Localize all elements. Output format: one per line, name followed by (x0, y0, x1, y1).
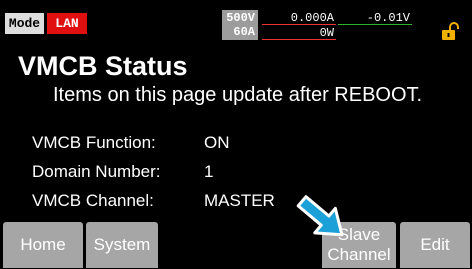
voltage-reading: -0.01V (366, 11, 410, 25)
voltage-limit: 500V (226, 11, 255, 25)
voltage-bar (338, 24, 412, 25)
current-limit: 60A (233, 25, 255, 39)
power-reading: 0W (319, 26, 334, 40)
system-softkey[interactable]: System (86, 222, 158, 268)
mode-badge: Mode (5, 13, 44, 34)
lan-badge: LAN (47, 13, 87, 34)
power-bar (262, 39, 336, 40)
edit-softkey[interactable]: Edit (400, 222, 470, 268)
slave-channel-label-line2: Channel (327, 245, 391, 264)
field-label: Domain Number: (32, 162, 161, 181)
field-value: ON (204, 133, 230, 152)
field-label: VMCB Function: (32, 133, 156, 152)
field-value: 1 (204, 162, 214, 181)
page-title: VMCB Status (18, 51, 188, 81)
field-value: MASTER (204, 191, 275, 210)
home-softkey[interactable]: Home (3, 222, 83, 268)
limit-box: 500V 60A (222, 10, 258, 40)
page-subtitle: Items on this page update after REBOOT. (53, 84, 423, 106)
field-label: VMCB Channel: (32, 191, 154, 210)
pointing-arrow-icon (296, 195, 344, 237)
padlock-unlocked-icon[interactable] (441, 22, 460, 41)
current-reading: 0.000A (290, 11, 334, 25)
current-bar (262, 24, 336, 25)
